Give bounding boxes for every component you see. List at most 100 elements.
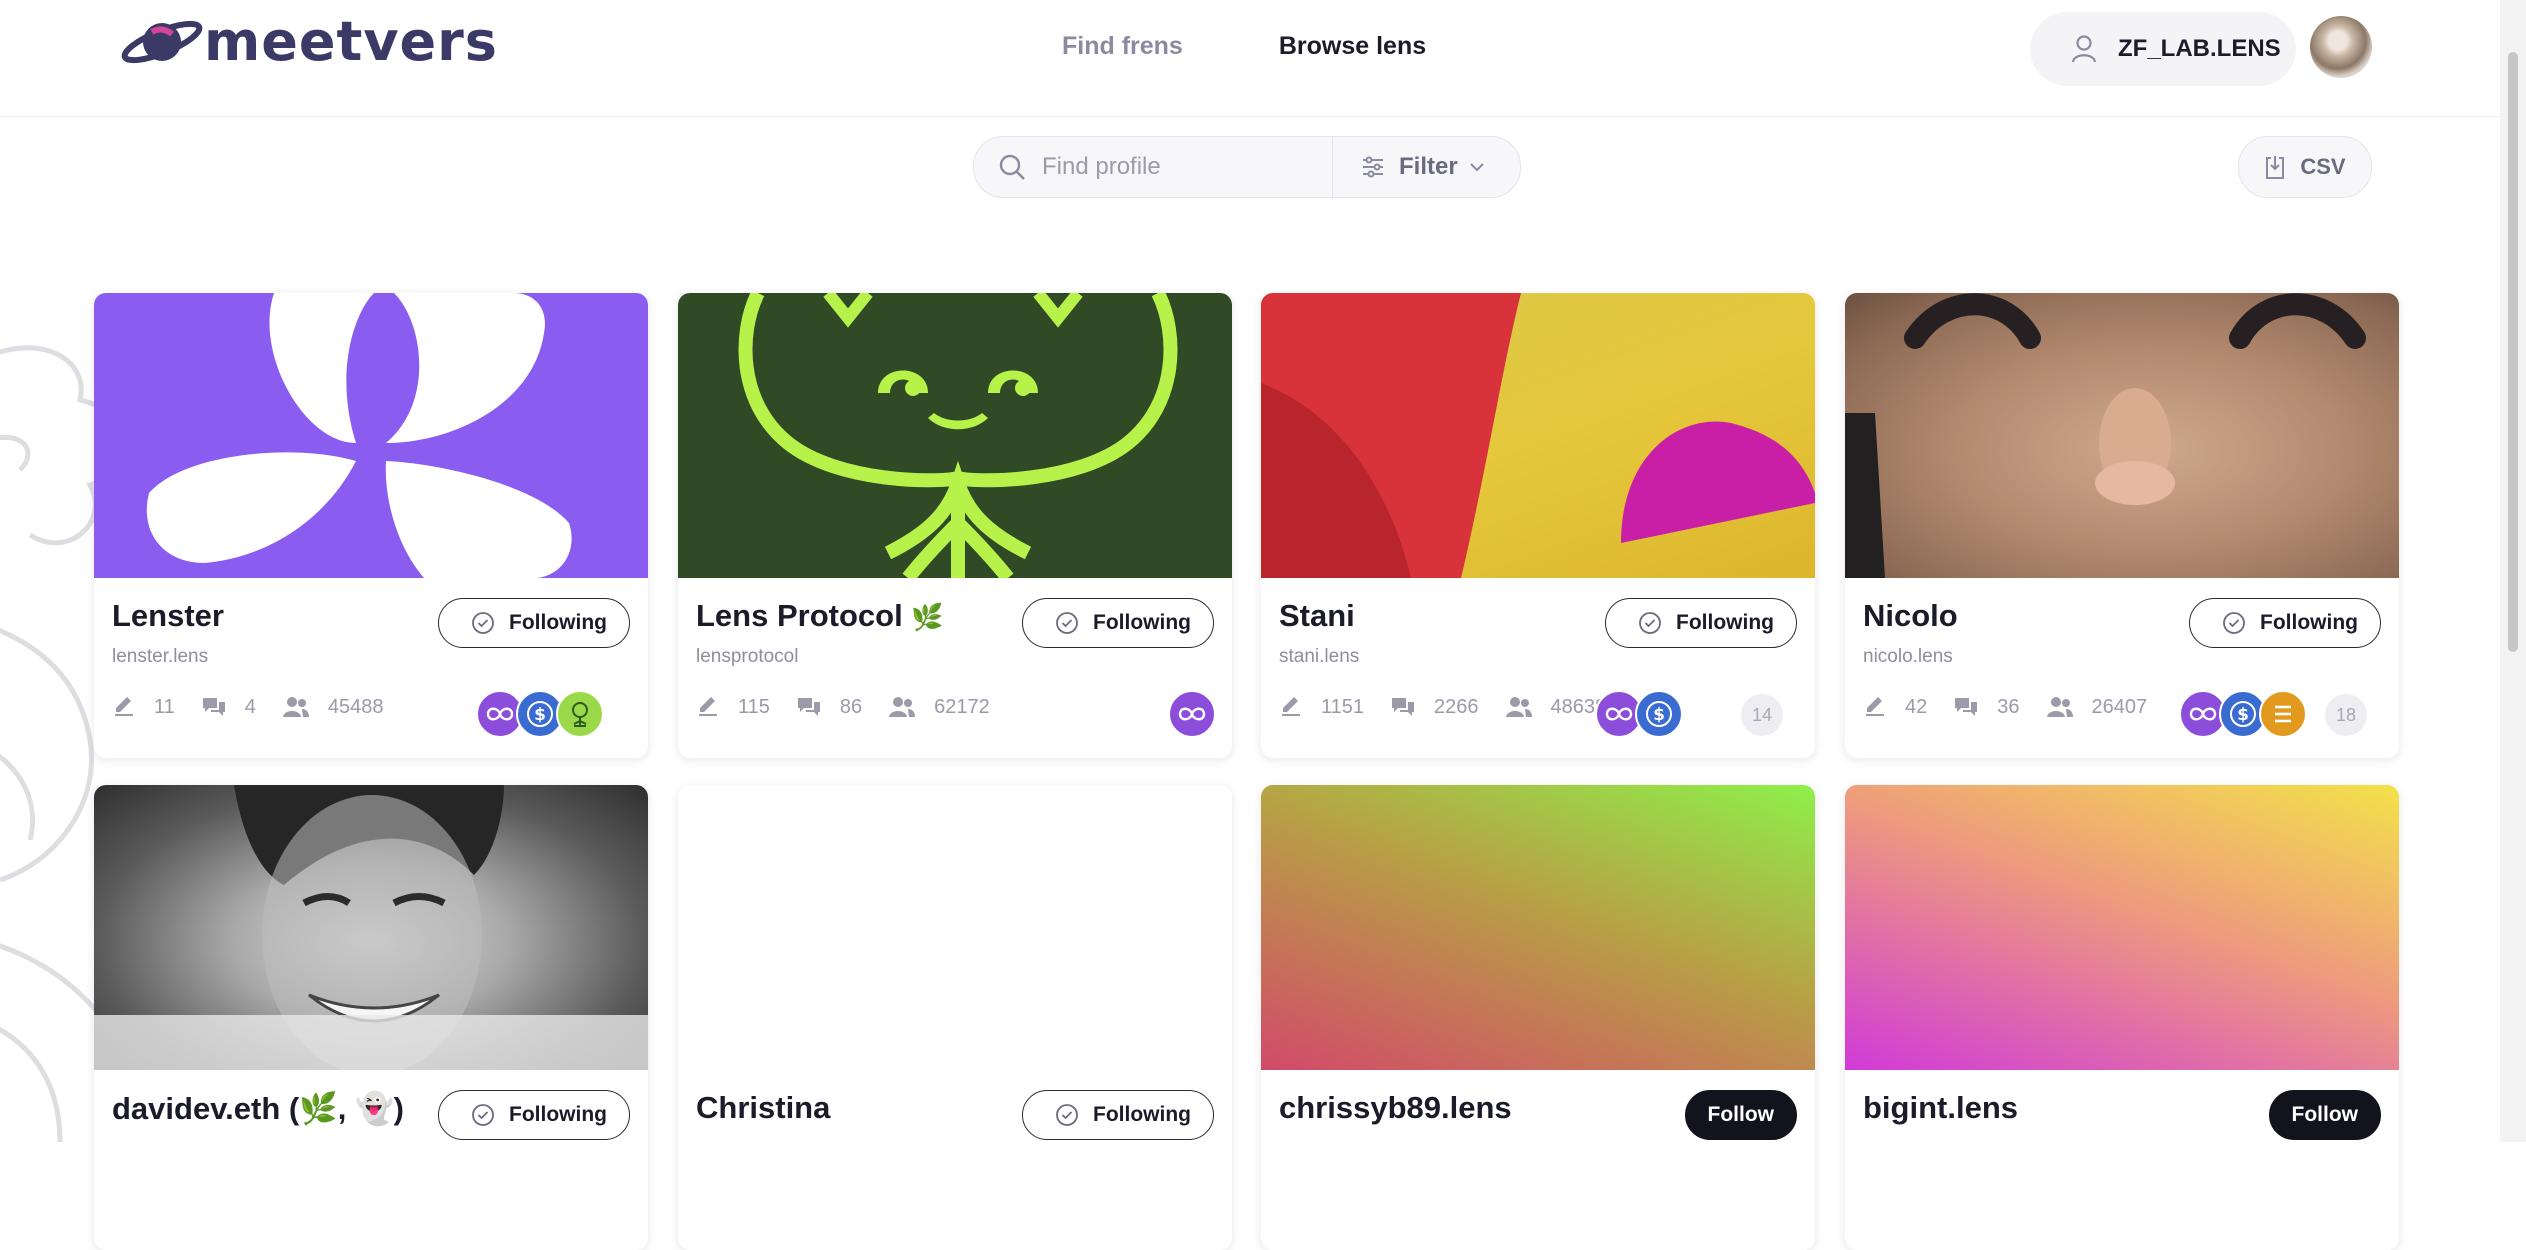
profile-card-stani[interactable]: Stani stani.lens Following 1151 2266 486… [1261, 293, 1815, 758]
poap-badges: $ [476, 690, 604, 738]
sliders-icon [1363, 156, 1383, 178]
profile-name[interactable]: Lenster [112, 598, 224, 634]
account-button[interactable]: ZF_LAB.LENS [2030, 12, 2296, 86]
lens-protocol-icon[interactable] [1168, 690, 1216, 738]
follow-button-label: Following [509, 611, 607, 634]
follow-button[interactable]: Follow [2268, 1090, 2381, 1140]
brand-logo[interactable]: meetvers [118, 12, 498, 72]
scrollbar-thumb[interactable] [2508, 52, 2518, 652]
follow-button[interactable]: Follow [1684, 1090, 1797, 1140]
profile-card-nicolo[interactable]: Nicolo nicolo.lens Following 42 36 26407… [1845, 293, 2399, 758]
search-icon [999, 154, 1025, 180]
search-input[interactable] [1040, 152, 1324, 182]
follow-button-label: Following [1093, 1103, 1191, 1126]
following-button[interactable]: Following [1022, 598, 1214, 648]
following-button[interactable]: Following [1605, 598, 1797, 648]
check-circle-icon [2223, 612, 2245, 634]
profile-stats: 42 36 26407 [1863, 695, 2173, 719]
followers-icon [889, 697, 916, 717]
search-field [974, 137, 1333, 197]
edit-icon [115, 697, 133, 716]
filter-button[interactable]: Filter [1333, 137, 1486, 197]
edit-icon [699, 697, 717, 716]
followers-count: 62172 [934, 695, 990, 718]
more-badges-count[interactable]: 14 [1741, 694, 1783, 736]
top-navbar: meetvers Find frens Browse lens ZF_LAB.L… [0, 0, 2500, 117]
comments-count: 86 [839, 695, 863, 718]
follow-button-label: Follow [1707, 1103, 1775, 1126]
profile-name[interactable]: Lens Protocol 🌿 [696, 598, 944, 634]
profile-cover-image [1845, 293, 2399, 578]
posts-count: 1151 [1321, 695, 1365, 718]
posts-count: 11 [154, 695, 175, 718]
lenster-flower-image [146, 293, 572, 578]
profile-cover-image [678, 293, 1232, 578]
profile-name[interactable]: Nicolo [1863, 598, 1958, 634]
profile-handle: lensprotocol [696, 646, 799, 667]
comments-icon [797, 698, 820, 716]
brand-name: meetvers [204, 10, 498, 73]
csv-label: CSV [2300, 154, 2346, 179]
chevron-down-icon [1469, 163, 1484, 172]
check-circle-icon [472, 1104, 494, 1126]
profile-name[interactable]: davidev.eth (🌿, 👻) [112, 1090, 404, 1127]
profile-card-lens-protocol[interactable]: Lens Protocol 🌿 lensprotocol Following 1… [678, 293, 1232, 758]
comments-count: 4 [244, 695, 256, 718]
lens-sprout-image [738, 293, 1178, 578]
check-circle-icon [1056, 1104, 1078, 1126]
profile-card-davidev[interactable]: davidev.eth (🌿, 👻) Following [94, 785, 648, 1250]
nav-find-frens[interactable]: Find frens [1062, 32, 1183, 61]
profile-handle: stani.lens [1279, 646, 1360, 667]
profile-card-lenster[interactable]: Lenster lenster.lens Following 11 4 4548… [94, 293, 648, 758]
nav-browse-lens[interactable]: Browse lens [1279, 32, 1426, 61]
user-avatar[interactable] [2310, 16, 2372, 78]
check-circle-icon [1639, 612, 1661, 634]
account-handle: ZF_LAB.LENS [2118, 35, 2281, 62]
follow-button-label: Following [509, 1103, 607, 1126]
profile-cover-image [1845, 785, 2399, 1070]
poap-badges: $ [2179, 690, 2307, 738]
profile-name[interactable]: chrissyb89.lens [1279, 1090, 1512, 1126]
profile-card-christina[interactable]: Christina Following [678, 785, 1232, 1250]
profile-stats: 1151 2266 48638 [1279, 695, 1614, 719]
following-button[interactable]: Following [438, 1090, 630, 1140]
follow-button-label: Following [1093, 611, 1191, 634]
page-scrollbar[interactable] [2500, 0, 2526, 1142]
profile-card-chrissyb89[interactable]: chrissyb89.lens Follow [1261, 785, 1815, 1250]
check-circle-icon [472, 612, 494, 634]
eth-icon[interactable] [2259, 690, 2307, 738]
user-icon [2071, 35, 2097, 63]
followers-icon [2046, 697, 2073, 717]
main-nav: Find frens Browse lens [1062, 32, 1426, 61]
comments-icon [202, 698, 225, 716]
download-icon [2266, 156, 2285, 179]
profile-card-bigint[interactable]: bigint.lens Follow [1845, 785, 2399, 1250]
nicolo-face-image [1845, 293, 2366, 578]
usdc-icon[interactable]: $ [1635, 690, 1683, 738]
check-circle-icon [1056, 612, 1078, 634]
profile-cover-image [94, 293, 648, 578]
poap-badges: $ [1595, 690, 1683, 738]
profile-name[interactable]: Christina [696, 1090, 830, 1126]
svg-text:$: $ [1653, 705, 1665, 725]
followers-count: 45488 [327, 695, 384, 718]
csv-export-button[interactable]: CSV [2238, 136, 2372, 198]
profile-name[interactable]: Stani [1279, 598, 1355, 634]
profile-handle: nicolo.lens [1863, 646, 1953, 667]
following-button[interactable]: Following [2189, 598, 2381, 648]
followers-icon [282, 697, 309, 717]
posts-count: 115 [738, 695, 770, 718]
more-badges-count[interactable]: 18 [2325, 694, 2367, 736]
following-button[interactable]: Following [1022, 1090, 1214, 1140]
edit-icon [1282, 697, 1300, 716]
follow-button-label: Following [1676, 611, 1774, 634]
profile-name[interactable]: bigint.lens [1863, 1090, 2018, 1126]
profile-cover-image [1261, 785, 1815, 1070]
comments-count: 36 [1997, 695, 2020, 718]
plant-icon[interactable] [556, 690, 604, 738]
profile-cover-image [94, 785, 648, 1070]
search-filter-bar: Filter [973, 136, 1521, 198]
followers-count: 26407 [2091, 695, 2148, 718]
following-button[interactable]: Following [438, 598, 630, 648]
profile-name-text: Lens Protocol [696, 598, 903, 633]
